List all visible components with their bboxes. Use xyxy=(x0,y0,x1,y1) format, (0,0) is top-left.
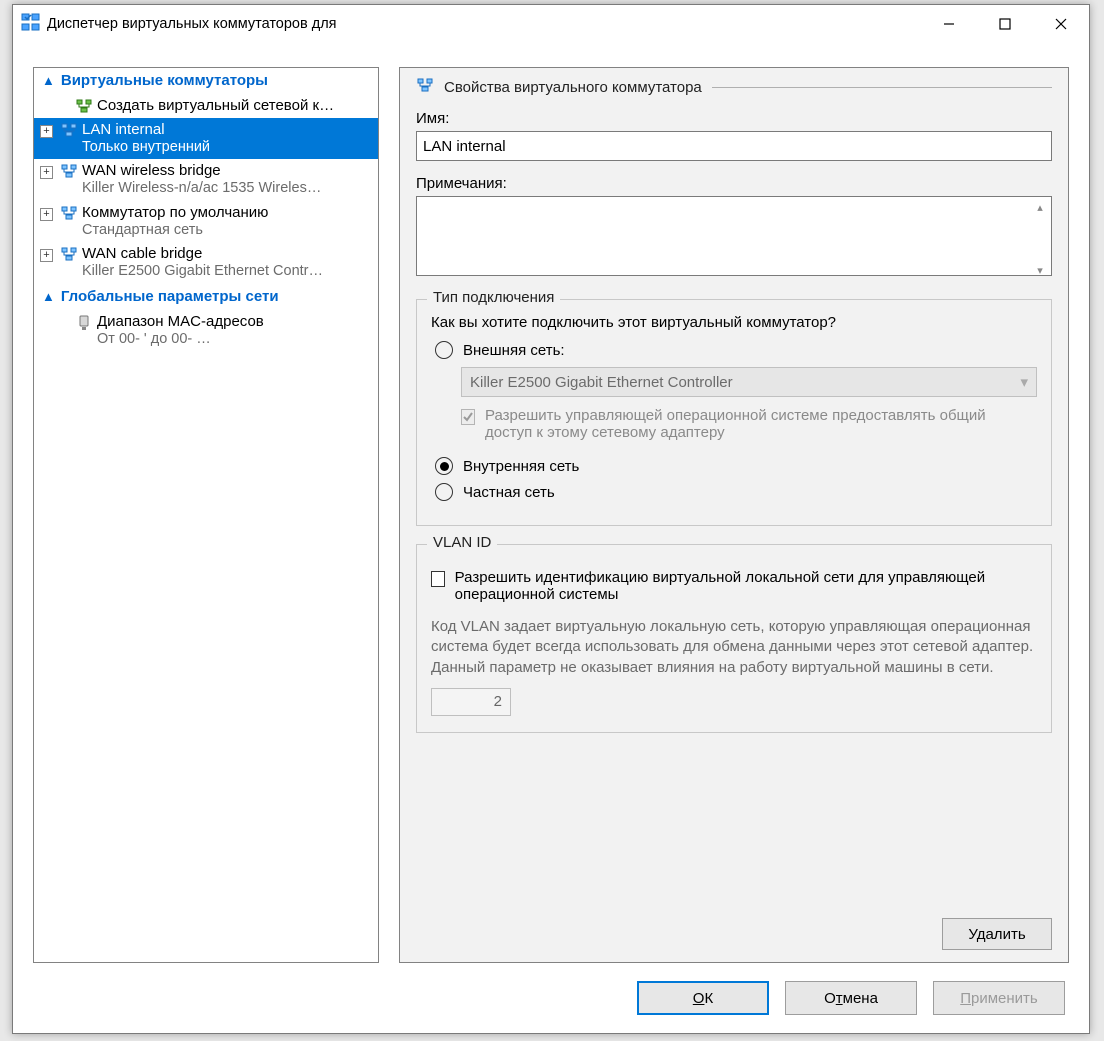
app-icon xyxy=(21,12,41,36)
expand-toggle[interactable]: + xyxy=(40,125,53,138)
tree-section-switches-label: Виртуальные коммутаторы xyxy=(61,72,268,89)
switch-icon xyxy=(59,206,79,220)
vlan-legend: VLAN ID xyxy=(427,534,497,551)
titlebar: Диспетчер виртуальных коммутаторов для xyxy=(13,5,1089,43)
external-adapter-value: Killer E2500 Gigabit Ethernet Controller xyxy=(470,374,733,391)
radio-icon xyxy=(435,457,453,475)
external-adapter-dropdown[interactable]: Killer E2500 Gigabit Ethernet Controller… xyxy=(461,367,1037,397)
radio-internal-label: Внутренняя сеть xyxy=(463,458,579,475)
mac-range-icon xyxy=(74,315,94,331)
new-switch-icon xyxy=(74,99,94,113)
allow-mgmt-os-checkbox: Разрешить управляющей операционной систе… xyxy=(461,407,1037,441)
tree-item-sublabel: От 00- ' до 00- … xyxy=(97,331,374,348)
tree-section-switches[interactable]: ▲ Виртуальные коммутаторы xyxy=(34,68,378,94)
notes-label: Примечания: xyxy=(416,175,1052,192)
chevron-up-icon: ▲ xyxy=(42,289,55,304)
tree-section-global-label: Глобальные параметры сети xyxy=(61,288,279,305)
tree-item-label: WAN cable bridge xyxy=(82,245,374,263)
tree-item-label: Диапазон MAC-адресов xyxy=(97,313,374,331)
connection-type-question: Как вы хотите подключить этот виртуальны… xyxy=(431,314,1037,331)
notes-textarea[interactable] xyxy=(416,196,1052,276)
radio-external[interactable]: Внешняя сеть: xyxy=(435,341,1037,359)
switch-tree-panel: ▲ Виртуальные коммутаторы Создать виртуа… xyxy=(33,67,379,963)
tree-item-label: WAN wireless bridge xyxy=(82,162,374,180)
ok-button-rest: К xyxy=(704,990,713,1007)
vlan-group: VLAN ID Разрешить идентификацию виртуаль… xyxy=(416,544,1052,733)
maximize-button[interactable] xyxy=(977,5,1033,43)
tree-item-sublabel: Только внутренний xyxy=(82,139,374,156)
tree-item-label: Создать виртуальный сетевой к… xyxy=(97,97,374,115)
radio-internal[interactable]: Внутренняя сеть xyxy=(435,457,1037,475)
divider xyxy=(712,87,1052,88)
delete-button-label: Удалить xyxy=(968,926,1025,943)
minimize-button[interactable] xyxy=(921,5,977,43)
tree-item-label: Коммутатор по умолчанию xyxy=(82,204,374,222)
switch-icon xyxy=(59,164,79,178)
radio-icon xyxy=(435,483,453,501)
expand-toggle[interactable]: + xyxy=(40,249,53,262)
checkbox-icon xyxy=(461,409,475,425)
switch-icon xyxy=(59,247,79,261)
vlan-enable-label: Разрешить идентификацию виртуальной лока… xyxy=(455,569,1037,603)
tree-item-sublabel: Killer E2500 Gigabit Ethernet Contr… xyxy=(82,263,374,280)
ok-button[interactable]: ОК xyxy=(637,981,769,1015)
chevron-down-icon: ▾ xyxy=(1020,373,1028,391)
tree-item-create-switch[interactable]: Создать виртуальный сетевой к… xyxy=(34,94,378,118)
switch-properties-panel: Свойства виртуального коммутатора Имя: П… xyxy=(399,67,1069,963)
section-title: Свойства виртуального коммутатора xyxy=(444,79,702,96)
close-button[interactable] xyxy=(1033,5,1089,43)
dialog-footer: ОК Отмена Применить xyxy=(13,981,1089,1015)
switch-icon xyxy=(416,78,434,96)
apply-button[interactable]: Применить xyxy=(933,981,1065,1015)
tree-item-sublabel: Стандартная сеть xyxy=(82,222,374,239)
checkbox-icon xyxy=(431,571,445,587)
chevron-up-icon: ▲ xyxy=(42,73,55,88)
tree-item-sublabel: Killer Wireless-n/a/ac 1535 Wireles… xyxy=(82,180,374,197)
vlan-enable-checkbox[interactable]: Разрешить идентификацию виртуальной лока… xyxy=(431,569,1037,603)
switch-icon xyxy=(59,123,79,137)
virtual-switch-manager-dialog: Диспетчер виртуальных коммутаторов для ▲… xyxy=(12,4,1090,1034)
scroll-down-icon[interactable]: ▾ xyxy=(1031,262,1049,278)
window-controls xyxy=(921,5,1089,43)
connection-type-group: Тип подключения Как вы хотите подключить… xyxy=(416,299,1052,526)
radio-icon xyxy=(435,341,453,359)
expand-toggle[interactable]: + xyxy=(40,208,53,221)
scroll-up-icon[interactable]: ▴ xyxy=(1031,199,1049,215)
vlan-id-input xyxy=(431,688,511,716)
tree-item-mac-range[interactable]: Диапазон MAC-адресов От 00- ' до 00- … xyxy=(34,310,378,351)
cancel-button[interactable]: Отмена xyxy=(785,981,917,1015)
radio-private[interactable]: Частная сеть xyxy=(435,483,1037,501)
delete-button[interactable]: Удалить xyxy=(942,918,1052,950)
name-input[interactable] xyxy=(416,131,1052,161)
name-label: Имя: xyxy=(416,110,1052,127)
connection-type-legend: Тип подключения xyxy=(427,289,560,306)
tree-section-global[interactable]: ▲ Глобальные параметры сети xyxy=(34,284,378,310)
window-title: Диспетчер виртуальных коммутаторов для xyxy=(41,16,921,32)
radio-private-label: Частная сеть xyxy=(463,484,555,501)
vlan-description: Код VLAN задает виртуальную локальную се… xyxy=(431,617,1037,678)
expand-toggle[interactable]: + xyxy=(40,166,53,179)
tree-item-default-switch[interactable]: + Коммутатор по умолчанию Стандартная се… xyxy=(34,201,378,242)
radio-external-label: Внешняя сеть: xyxy=(463,342,565,359)
tree-item-wan-cable[interactable]: + WAN cable bridge Killer E2500 Gigabit … xyxy=(34,242,378,283)
tree-item-lan-internal[interactable]: + LAN internal Только внутренний xyxy=(34,118,378,159)
tree-item-label: LAN internal xyxy=(82,121,374,139)
allow-mgmt-os-label: Разрешить управляющей операционной систе… xyxy=(485,407,1037,441)
tree-item-wan-wireless[interactable]: + WAN wireless bridge Killer Wireless-n/… xyxy=(34,159,378,200)
